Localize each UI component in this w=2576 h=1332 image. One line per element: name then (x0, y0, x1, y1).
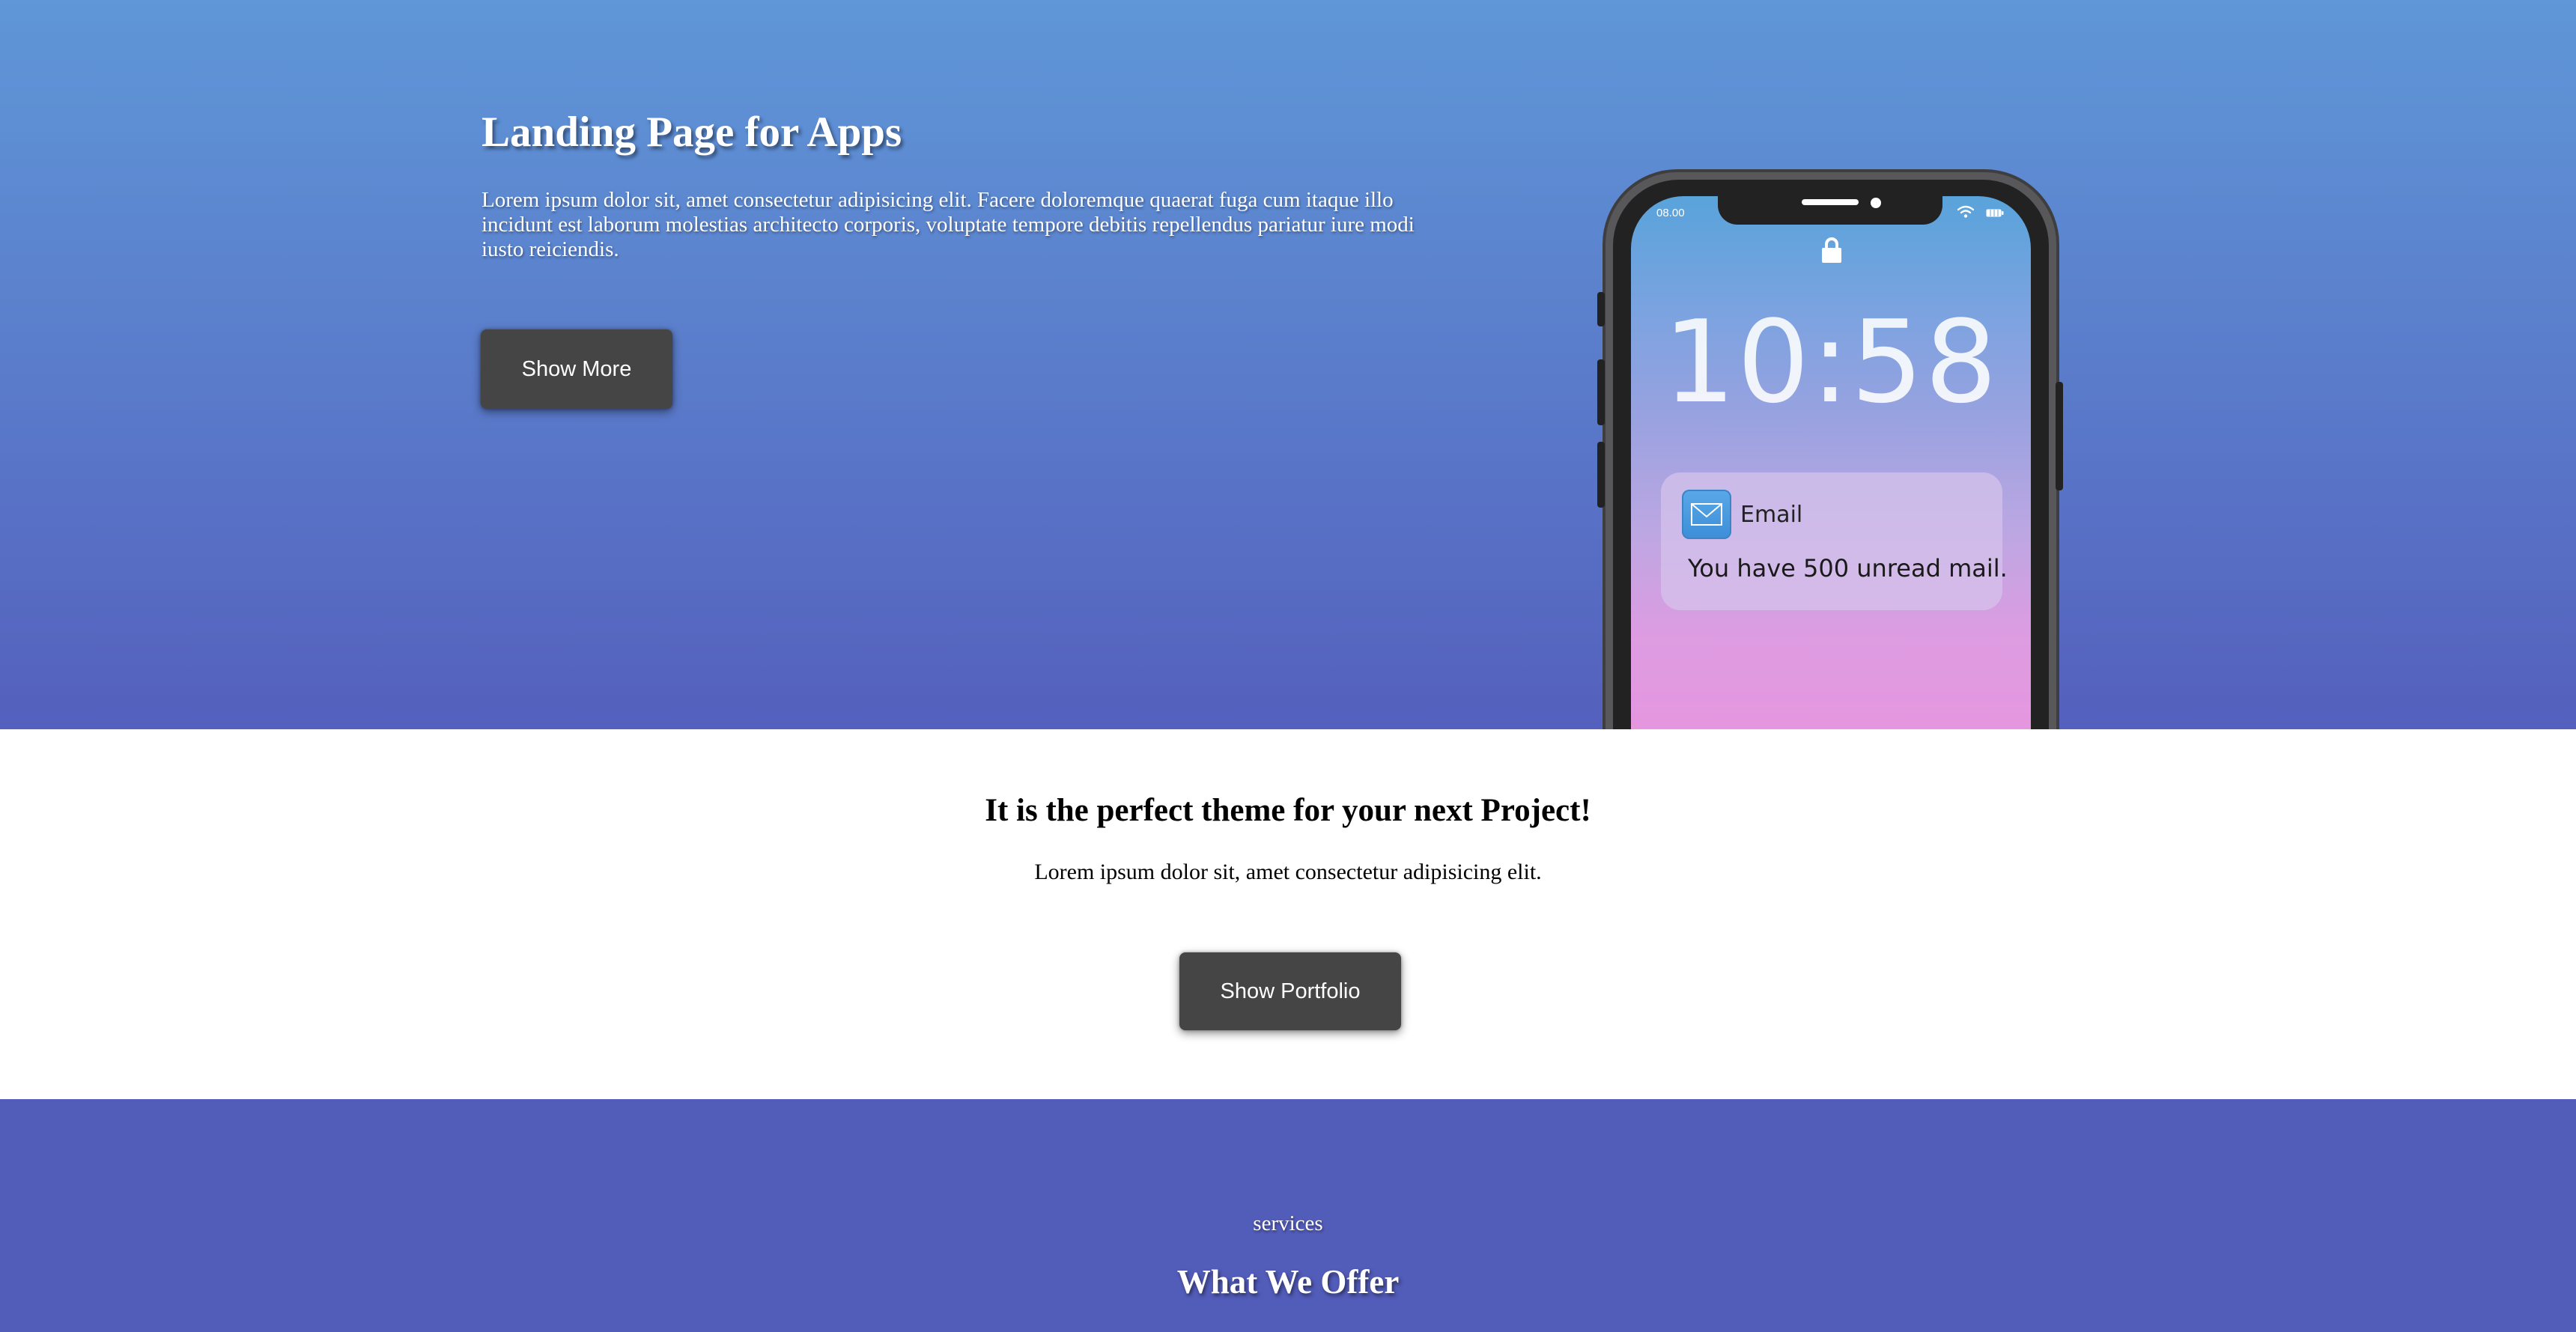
phone-notch (1718, 192, 1942, 225)
notification-app-name: Email (1740, 502, 1803, 528)
notification-message: You have 500 unread mail. (1688, 554, 2008, 583)
project-section (0, 729, 2576, 1099)
clock-text: 10:58 (1662, 296, 1999, 428)
services-title: What We Offer (1176, 1263, 1400, 1301)
wifi-icon (1957, 205, 1974, 218)
phone-volume-up (1597, 359, 1605, 425)
hero-title: Landing Page for Apps (482, 109, 902, 156)
show-more-button[interactable]: Show More (481, 329, 672, 409)
lockscreen-clock: 10:58 (1631, 296, 2031, 428)
services-label: services (1253, 1211, 1323, 1235)
project-description: Lorem ipsum dolor sit, amet consectetur … (1034, 860, 1542, 884)
phone-volume-down (1597, 442, 1605, 508)
phone-power-button (2056, 382, 2063, 490)
battery-icon (1986, 209, 2004, 217)
mail-icon (1682, 490, 1731, 539)
project-title: It is the perfect theme for your next Pr… (985, 793, 1591, 828)
phone-camera (1871, 198, 1881, 208)
show-portfolio-button[interactable]: Show Portfolio (1179, 952, 1401, 1030)
hero-section (0, 0, 2576, 729)
phone-silent-switch (1597, 292, 1605, 326)
lock-icon (1822, 237, 1841, 263)
hero-description: Lorem ipsum dolor sit, amet consectetur … (482, 188, 1415, 261)
phone-speaker (1802, 199, 1859, 205)
status-bar-time: 08.00 (1656, 207, 1685, 219)
